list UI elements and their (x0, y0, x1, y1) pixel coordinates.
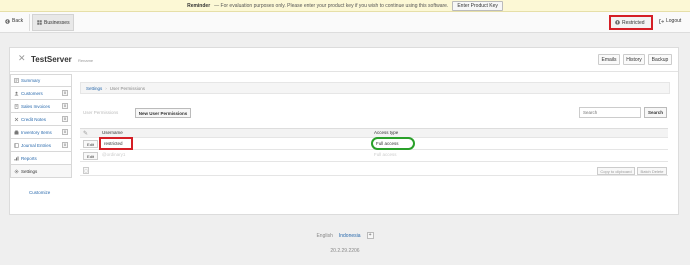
rename-link[interactable]: Rename (78, 58, 93, 63)
customers-icon (14, 91, 19, 95)
sidebar-item-settings[interactable]: Settings (10, 165, 72, 178)
sidebar-item-label: Customers (21, 90, 43, 96)
language-indonesia[interactable]: Indonesia (339, 233, 361, 239)
user-menu-button[interactable]: Restricted (609, 15, 653, 30)
sidebar-item-label: Settings (21, 168, 38, 174)
content-area: Settings › User Permissions User Permiss… (72, 74, 677, 214)
reminder-bar: Reminder — For evaluation purposes only.… (0, 0, 690, 12)
sidebar-item-journal-entries[interactable]: Journal Entries 0 (10, 139, 72, 152)
breadcrumb: Settings › User Permissions (80, 82, 670, 94)
reminder-label: Reminder (187, 2, 211, 9)
username-cell: restricted (99, 137, 133, 150)
sidebar-item-label: Reports (21, 155, 37, 161)
reports-icon (14, 156, 19, 160)
journal-icon (14, 142, 19, 148)
sidebar: Summary Customers 0 Sales Invoices 0 Cre… (10, 74, 72, 178)
sidebar-item-inventory-items[interactable]: Inventory Items 0 (10, 126, 72, 139)
enter-product-key-button[interactable]: Enter Product Key (452, 0, 503, 11)
select-all-checkbox[interactable]: ◻ (83, 167, 89, 174)
user-label: Restricted (622, 19, 645, 26)
count-badge: 0 (62, 142, 68, 148)
gear-icon (14, 169, 19, 173)
breadcrumb-settings-link[interactable]: Settings (86, 86, 102, 91)
username-cell: @ordinary1 (102, 152, 126, 157)
back-icon (5, 18, 10, 24)
panel-header: ✕ TestServer Rename Emails History Backu… (10, 48, 678, 72)
batch-delete-button[interactable]: Batch Delete (637, 167, 667, 175)
sidebar-item-label: Summary (21, 78, 41, 83)
inventory-icon (14, 130, 19, 134)
emails-button[interactable]: Emails (598, 54, 620, 65)
new-user-permissions-button[interactable]: New User Permissions (135, 108, 191, 118)
count-badge: 0 (62, 103, 68, 109)
permissions-table: ✎ Username Access type Edit restricted F… (80, 128, 668, 162)
breadcrumb-separator: › (105, 85, 107, 91)
sidebar-item-customers[interactable]: Customers 0 (10, 87, 72, 100)
logout-icon (659, 18, 664, 24)
sidebar-item-label: Journal Entries (21, 142, 52, 148)
column-header-username[interactable]: Username (102, 130, 123, 135)
customize-link[interactable]: Customize (29, 190, 50, 195)
table-row: Edit @ordinary1 Full access (80, 150, 668, 162)
language-english[interactable]: English (316, 233, 332, 239)
top-bar: Back Businesses Restricted Logout (0, 12, 690, 33)
sidebar-item-label: Inventory Items (21, 129, 52, 135)
column-header-access[interactable]: Access type (374, 130, 398, 135)
access-type-cell: Full access (371, 137, 415, 150)
logout-button[interactable]: Logout (659, 18, 681, 24)
reminder-message: — For evaluation purposes only. Please e… (214, 2, 449, 9)
search-button[interactable]: Search (644, 107, 667, 118)
sidebar-item-label: Credit Notes (21, 116, 47, 122)
summary-icon (14, 78, 19, 83)
sidebar-item-credit-notes[interactable]: Credit Notes 0 (10, 113, 72, 126)
sidebar-item-summary[interactable]: Summary (10, 74, 72, 87)
businesses-button[interactable]: Businesses (32, 14, 74, 31)
tab-user-permissions[interactable]: User Permissions (83, 110, 118, 115)
language-footer: English Indonesia + (0, 232, 690, 239)
count-badge: 0 (62, 116, 68, 122)
breadcrumb-current: User Permissions (109, 85, 146, 91)
edit-column-icon: ✎ (83, 131, 89, 137)
sidebar-item-sales-invoices[interactable]: Sales Invoices 0 (10, 100, 72, 113)
business-title: TestServer (31, 55, 72, 64)
divider (29, 14, 30, 31)
search-input[interactable] (579, 107, 641, 118)
credit-icon (14, 117, 19, 121)
user-icon (615, 20, 620, 25)
logout-label: Logout (666, 18, 682, 24)
edit-button[interactable]: Edit (83, 152, 98, 160)
history-button[interactable]: History (623, 54, 645, 65)
count-badge: 0 (62, 129, 68, 135)
access-type-cell: Full access (374, 152, 397, 157)
table-row: Edit restricted Full access (80, 137, 668, 150)
businesses-label: Businesses (44, 19, 70, 26)
copy-to-clipboard-button[interactable]: Copy to clipboard (597, 167, 635, 175)
grid-icon (37, 20, 42, 25)
backup-button[interactable]: Backup (648, 54, 672, 65)
add-language-button[interactable]: + (366, 232, 374, 239)
invoice-icon (14, 103, 19, 109)
sidebar-item-label: Sales Invoices (21, 103, 51, 109)
back-button[interactable]: Back (5, 18, 23, 24)
count-badge: 0 (62, 90, 68, 96)
sidebar-item-reports[interactable]: Reports (10, 152, 72, 165)
version-label: 20.2.29.2206 (330, 248, 360, 254)
table-footer: ◻ Copy to clipboard Batch Delete (80, 166, 668, 176)
edit-button[interactable]: Edit (83, 140, 98, 148)
close-icon[interactable]: ✕ (18, 54, 26, 63)
back-label: Back (12, 18, 24, 24)
